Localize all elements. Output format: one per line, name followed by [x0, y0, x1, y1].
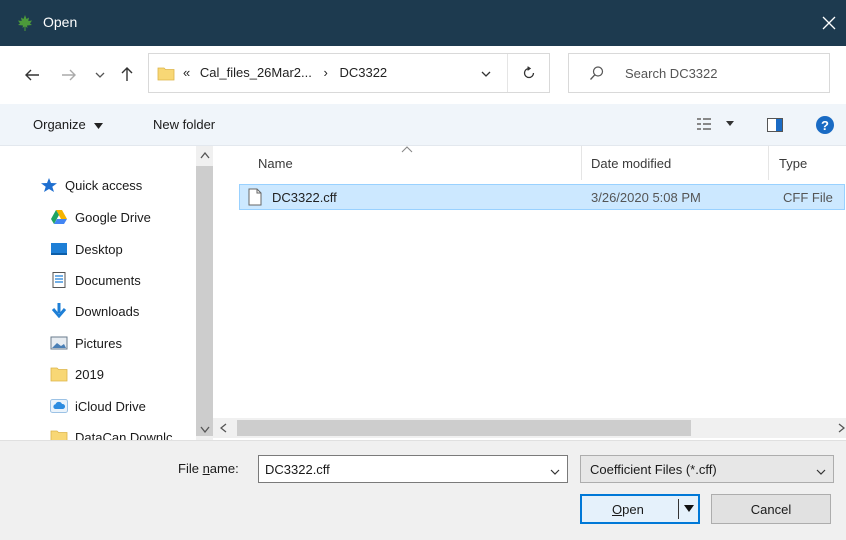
close-icon[interactable]	[812, 0, 846, 46]
label-text: File	[178, 461, 203, 476]
breadcrumb[interactable]: « Cal_files_26Mar2... › DC3322	[183, 65, 387, 80]
command-bar: Organize New folder ?	[0, 104, 846, 146]
dialog-footer: File name: DC3322.cff Coefficient Files …	[0, 440, 846, 540]
open-button[interactable]: Open	[580, 494, 700, 524]
organize-button[interactable]: Organize	[33, 117, 104, 132]
file-row[interactable]: DC3322.cff 3/26/2020 5:08 PM CFF File	[239, 184, 845, 210]
label-mnemonic: n	[202, 461, 210, 476]
sidebar-item-label: Quick access	[65, 177, 143, 193]
sidebar-item-icloud-drive[interactable]: iCloud Drive ✈	[50, 391, 213, 421]
sidebar-item-documents[interactable]: Documents ✈	[50, 265, 213, 295]
dropdown-arrow-icon[interactable]	[684, 505, 694, 512]
column-divider[interactable]	[581, 146, 582, 180]
folder-icon	[50, 367, 68, 382]
chevron-down-icon[interactable]	[94, 64, 106, 86]
horizontal-scrollbar[interactable]	[213, 418, 846, 438]
address-bar[interactable]: « Cal_files_26Mar2... › DC3322	[148, 53, 550, 93]
scroll-right-icon[interactable]	[838, 423, 845, 433]
maple-leaf-icon	[18, 15, 32, 31]
file-date: 3/26/2020 5:08 PM	[591, 190, 701, 205]
cloud-icon	[50, 399, 68, 413]
title-bar: Open	[0, 0, 846, 46]
file-name-field[interactable]: DC3322.cff	[258, 455, 568, 483]
sidebar-item-label: Documents	[75, 272, 141, 288]
documents-icon	[52, 272, 66, 288]
organize-label: Organize	[33, 117, 86, 132]
scroll-down-icon[interactable]	[200, 426, 210, 433]
search-placeholder: Search DC3322	[625, 66, 718, 81]
arrow-left-icon[interactable]	[22, 64, 42, 86]
search-icon	[589, 65, 605, 84]
arrow-right-icon[interactable]	[60, 64, 78, 86]
breadcrumb-item[interactable]: DC3322	[339, 65, 387, 80]
window-title: Open	[43, 14, 78, 30]
column-divider[interactable]	[768, 146, 769, 180]
refresh-icon[interactable]	[507, 54, 549, 92]
folder-icon	[50, 430, 68, 440]
sidebar-item-label: Downloads	[75, 303, 140, 319]
sort-ascending-icon	[401, 146, 413, 153]
view-options-button[interactable]	[696, 117, 736, 134]
help-icon[interactable]: ?	[816, 116, 834, 134]
pictures-icon	[50, 336, 68, 350]
arrow-up-icon[interactable]	[118, 63, 136, 85]
column-header-label: Type	[779, 155, 808, 171]
navigation-pane: Quick access Google Drive ✈ Desktop ✈ Do…	[0, 146, 213, 440]
sidebar-item-2019[interactable]: 2019 ✈	[50, 359, 213, 389]
chevron-down-icon[interactable]	[481, 66, 491, 81]
column-header-label: Date modified	[591, 155, 672, 171]
file-type-select[interactable]: Coefficient Files (*.cff)	[580, 455, 834, 483]
sidebar-item-pictures[interactable]: Pictures ✈	[50, 328, 213, 358]
column-header-type[interactable]: Type	[779, 146, 807, 180]
folder-icon	[157, 67, 175, 81]
sidebar-item-label: 2019	[75, 366, 104, 382]
file-type-value: Coefficient Files (*.cff)	[590, 462, 717, 477]
breadcrumb-separator: ›	[323, 65, 328, 80]
cancel-button[interactable]: Cancel	[711, 494, 831, 524]
sidebar-item-label: DataCan Downlc	[75, 429, 173, 441]
split-divider	[678, 499, 679, 519]
horizontal-scrollbar-thumb[interactable]	[237, 420, 691, 436]
sidebar-item-label: Pictures	[75, 335, 122, 351]
sidebar-item-label: iCloud Drive	[75, 398, 146, 414]
download-icon	[51, 303, 67, 319]
breadcrumb-item[interactable]: Cal_files_26Mar2...	[200, 65, 312, 80]
chevron-down-icon[interactable]	[550, 464, 560, 479]
column-header-label: Name	[258, 155, 293, 171]
file-type: CFF File	[783, 190, 833, 205]
sidebar-item-downloads[interactable]: Downloads ✈	[50, 296, 213, 326]
star-icon	[41, 178, 57, 192]
file-name: DC3322.cff	[272, 190, 337, 205]
column-header-name[interactable]: Name	[258, 146, 293, 180]
new-folder-button[interactable]: New folder	[153, 117, 215, 132]
file-name-label: File name:	[178, 461, 239, 476]
file-list: Name Date modified Type DC3322.cff 3/26/…	[213, 146, 846, 440]
label-mnemonic: O	[612, 502, 623, 517]
sidebar-item-quick-access[interactable]: Quick access	[40, 170, 213, 200]
breadcrumb-overflow[interactable]: «	[183, 65, 190, 80]
scroll-left-icon[interactable]	[220, 423, 227, 433]
google-drive-icon	[51, 210, 67, 224]
open-button-label: Open	[612, 502, 644, 517]
sidebar-item-datacan-downloads[interactable]: DataCan Downlc	[50, 422, 213, 440]
desktop-icon	[51, 243, 67, 255]
chevron-down-icon[interactable]	[816, 464, 826, 479]
sidebar-item-google-drive[interactable]: Google Drive ✈	[50, 202, 213, 232]
dropdown-arrow-icon	[94, 122, 104, 129]
preview-pane-icon[interactable]	[767, 118, 783, 135]
sidebar-item-desktop[interactable]: Desktop ✈	[50, 234, 213, 264]
sidebar-scrollbar-thumb[interactable]	[196, 166, 213, 436]
scroll-up-icon[interactable]	[200, 152, 210, 159]
column-header-date[interactable]: Date modified	[591, 146, 671, 180]
file-name-value: DC3322.cff	[265, 462, 330, 477]
label-text: pen	[622, 502, 644, 517]
file-icon	[248, 188, 262, 206]
sidebar-item-label: Google Drive	[75, 209, 151, 225]
label-text: ame:	[209, 461, 239, 476]
search-input[interactable]: Search DC3322	[568, 53, 830, 93]
sidebar-item-label: Desktop	[75, 241, 123, 257]
